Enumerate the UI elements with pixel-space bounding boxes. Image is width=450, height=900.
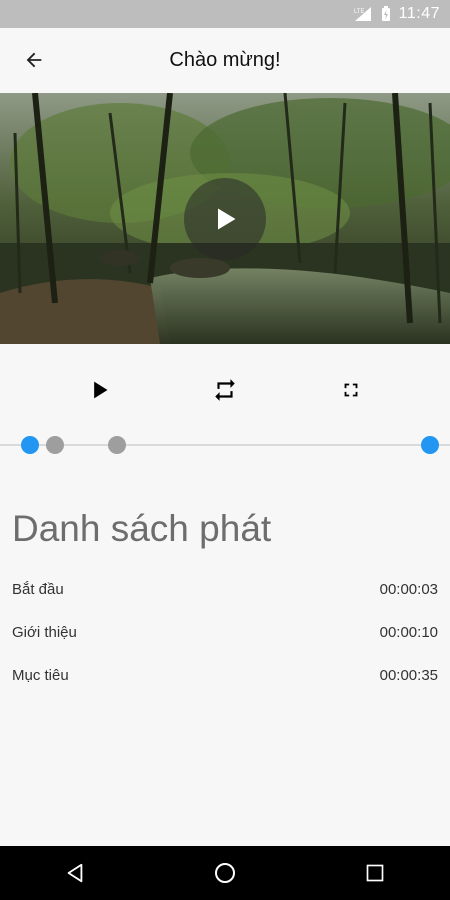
svg-text:LTE: LTE [354,9,365,15]
system-nav-bar [0,846,450,900]
battery-icon [381,6,391,22]
nav-back-button[interactable] [45,846,105,900]
playlist-item-time: 00:00:03 [379,581,438,598]
nav-home-icon [215,863,235,883]
play-icon [218,208,236,230]
video-play-button[interactable] [184,178,266,260]
lte-signal-icon: LTE [353,6,373,22]
playlist-heading: Danh sách phát [12,508,272,549]
repeat-icon [215,379,235,401]
player-controls [0,360,450,420]
playlist: Bắt đầu 00:00:03 Giới thiệu 00:00:10 Mục… [12,568,438,697]
app-bar: Chào mừng! [0,28,450,92]
video-player[interactable] [0,93,450,344]
nav-back-icon [67,863,83,883]
nav-recents-button[interactable] [345,846,405,900]
repeat-button[interactable] [205,370,245,410]
play-button[interactable] [80,370,120,410]
playlist-item-label: Giới thiệu [12,624,77,641]
playlist-item-time: 00:00:10 [379,624,438,641]
timeline-end-marker[interactable] [421,436,439,454]
timeline-track[interactable] [0,436,450,454]
nav-recents-icon [366,864,384,882]
playlist-item-label: Bắt đầu [12,581,64,598]
timeline-start-marker[interactable] [21,436,39,454]
playlist-item[interactable]: Giới thiệu 00:00:10 [12,611,438,654]
fullscreen-button[interactable] [331,370,371,410]
playlist-item[interactable]: Mục tiêu 00:00:35 [12,654,438,697]
fullscreen-icon [344,383,358,397]
timeline-chapter-marker[interactable] [46,436,64,454]
timeline-chapter-marker[interactable] [108,436,126,454]
playlist-item-label: Mục tiêu [12,667,69,684]
playlist-item-time: 00:00:35 [379,667,438,684]
playlist-item[interactable]: Bắt đầu 00:00:03 [12,568,438,611]
status-bar: LTE 11:47 [0,0,450,28]
page-title: Chào mừng! [169,48,281,71]
play-icon [94,381,108,399]
nav-home-button[interactable] [195,846,255,900]
status-time: 11:47 [398,5,440,22]
